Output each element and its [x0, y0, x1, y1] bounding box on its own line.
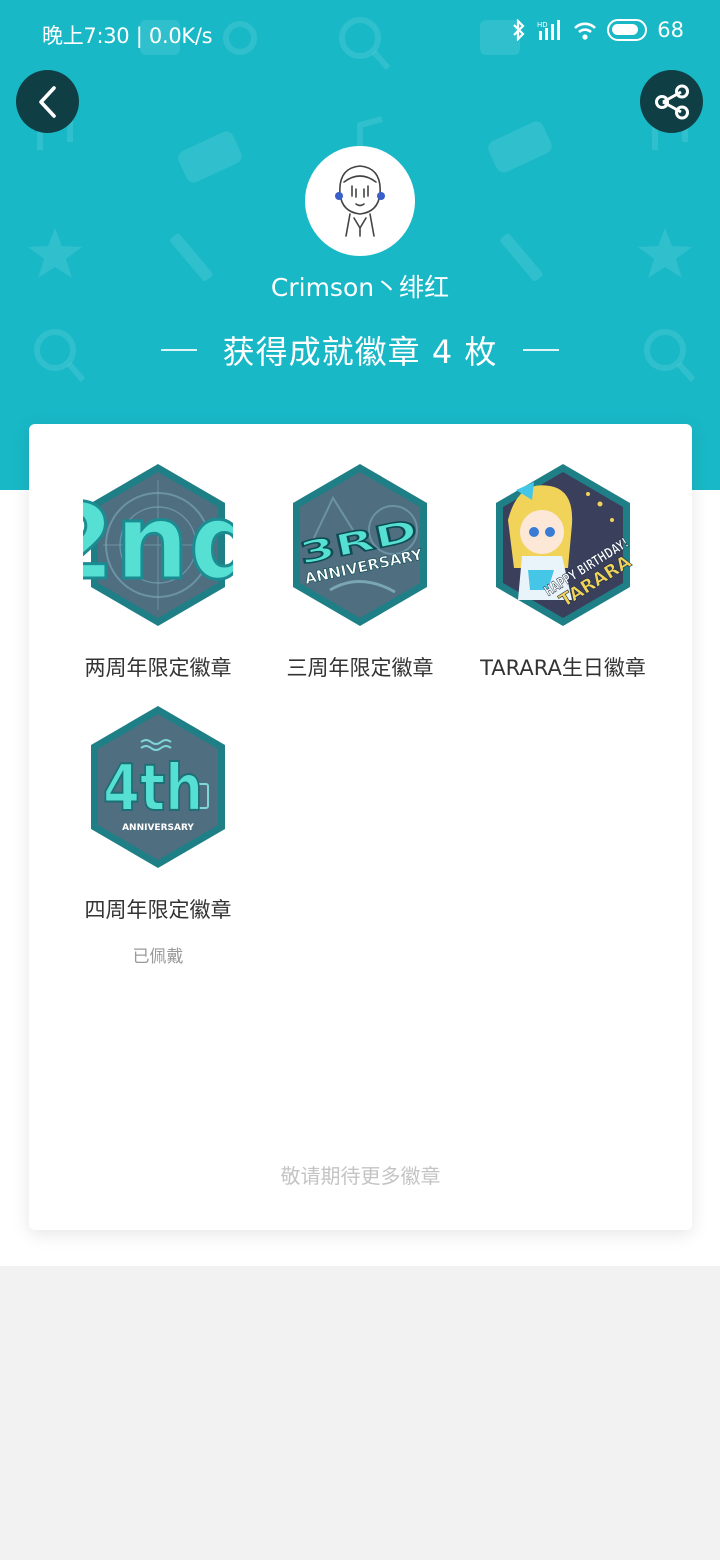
heading-divider-right: [523, 349, 560, 351]
badge-3rd-icon: 3RD ANNIVERSARY: [293, 464, 427, 626]
badge-item[interactable]: 2nd 两周年限定徽章: [58, 460, 258, 682]
badge-4th-icon: 4th ANNIVERSARY: [91, 706, 225, 868]
bluetooth-icon: [513, 19, 525, 41]
badge-item[interactable]: 3RD ANNIVERSARY 三周年限定徽章: [260, 460, 460, 682]
badge-art-text: 2nd: [83, 481, 233, 603]
heading-divider-left: [160, 349, 197, 351]
badge-art-text: 4th: [103, 752, 203, 826]
badge-count-heading: 获得成就徽章 4 枚: [0, 326, 720, 374]
back-button[interactable]: [16, 70, 79, 133]
chevron-left-icon: [38, 85, 56, 118]
status-bar: 晚上7:30 | 0.0K/s HD 68: [0, 0, 720, 64]
status-time-speed: 晚上7:30 | 0.0K/s: [42, 24, 213, 48]
battery-level: 68: [657, 18, 684, 42]
badge-name: 四周年限定徽章: [84, 898, 232, 922]
share-icon: [654, 84, 689, 119]
signal-icon: HD: [537, 20, 561, 40]
badge-art-subtext: ANNIVERSARY: [122, 823, 194, 833]
user-avatar[interactable]: [305, 146, 415, 256]
badge-name: 两周年限定徽章: [84, 656, 232, 680]
status-icons: HD 68: [511, 18, 684, 42]
badge-2nd-icon: 2nd: [83, 464, 233, 626]
avatar-drawing-icon: [335, 165, 385, 237]
badge-name: TARARA生日徽章: [480, 656, 646, 680]
badge-name: 三周年限定徽章: [286, 656, 434, 680]
badge-tarara-icon: HAPPY BIRTHDAY! TARARA: [496, 464, 635, 626]
badge-count-text: 获得成就徽章 4 枚: [222, 333, 498, 371]
username: Crimson丶绯红: [270, 273, 450, 302]
wifi-icon: [574, 22, 597, 40]
badge-item[interactable]: HAPPY BIRTHDAY! TARARA TARARA生日徽章: [463, 460, 663, 682]
badge-card: 2nd 两周年限定徽章 3RD ANNIVERSARY 三周年限定徽章: [29, 424, 692, 1230]
badge-item[interactable]: 4th ANNIVERSARY 四周年限定徽章 已佩戴: [58, 702, 258, 967]
share-button[interactable]: [640, 70, 703, 133]
badge-worn-status: 已佩戴: [132, 947, 184, 967]
footer-note: 敬请期待更多徽章: [280, 1164, 441, 1188]
network-label: HD: [537, 21, 548, 29]
battery-icon: [607, 19, 648, 41]
